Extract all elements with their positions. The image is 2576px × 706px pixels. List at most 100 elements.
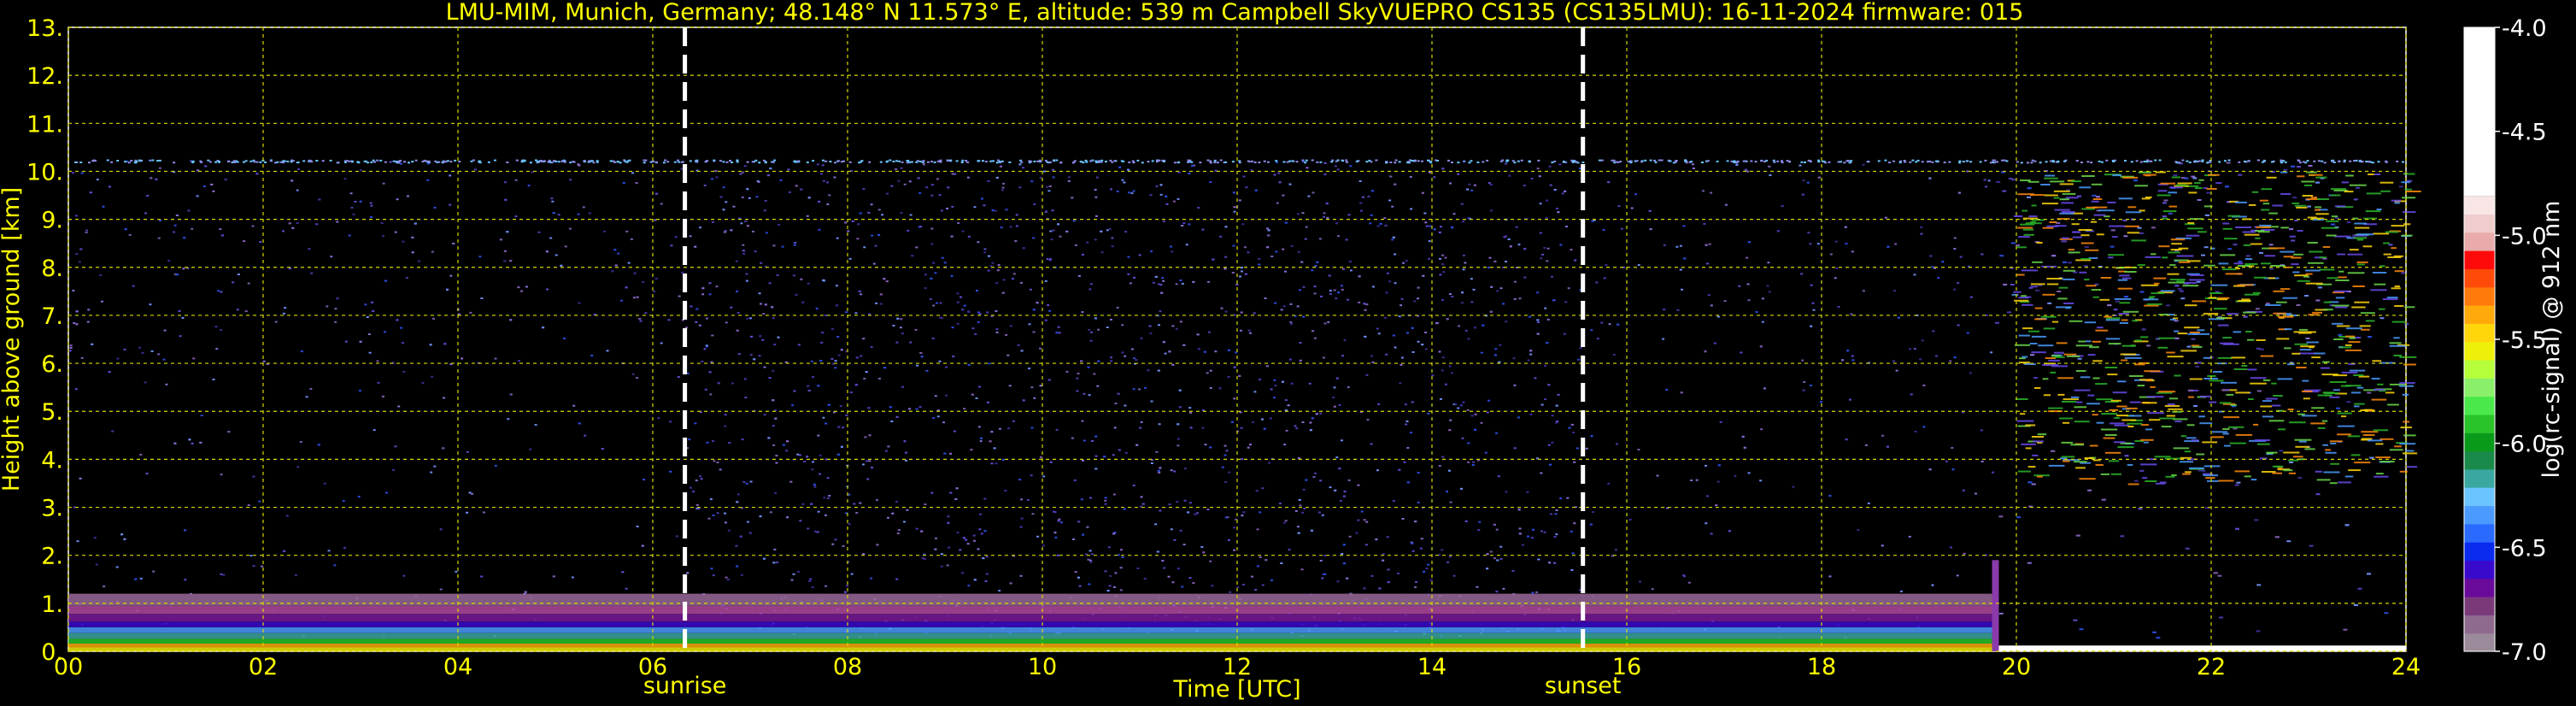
signal-speckle	[708, 371, 712, 374]
cloud-streak	[2061, 456, 2075, 458]
signal-top-speckle	[2271, 161, 2274, 163]
signal-speckle	[382, 182, 385, 185]
signal-speckle	[220, 291, 223, 293]
signal-speckle	[473, 168, 477, 171]
signal-speckle	[1921, 339, 1924, 342]
signal-speckle	[1747, 299, 1751, 302]
cloud-streak	[2389, 344, 2406, 347]
signal-speckle	[1162, 279, 1165, 282]
signal-speckle	[2035, 289, 2039, 291]
cloud-streak	[2097, 327, 2104, 329]
signal-top-speckle	[2313, 160, 2316, 162]
signal-top-speckle	[1104, 161, 1107, 162]
signal-top-speckle	[949, 159, 953, 162]
cloud-streak	[2032, 261, 2043, 263]
signal-speckle	[977, 426, 981, 428]
signal-top-speckle	[1629, 162, 1633, 164]
signal-top-speckle	[836, 160, 840, 162]
signal-speckle	[1088, 559, 1092, 562]
signal-speckle	[739, 173, 742, 175]
cloud-streak	[2233, 262, 2244, 265]
cloud-streak	[2234, 201, 2247, 203]
signal-speckle	[1278, 181, 1282, 184]
signal-speckle	[917, 177, 920, 179]
signal-top-speckle	[1238, 160, 1241, 162]
signal-top-speckle	[1635, 160, 1639, 162]
cloud-streak	[2046, 225, 2059, 227]
signal-speckle	[929, 298, 932, 300]
cloud-streak	[2389, 449, 2403, 451]
signal-top-speckle	[1295, 161, 1299, 163]
signal-speckle	[1071, 197, 1074, 199]
signal-speckle	[685, 327, 688, 329]
cloud-streak	[2101, 413, 2118, 415]
signal-speckle	[188, 438, 191, 441]
signal-speckle	[948, 546, 951, 549]
signal-speckle	[1168, 503, 1171, 506]
cloud-streak	[2044, 194, 2058, 197]
signal-speckle	[1036, 535, 1040, 538]
signal-speckle	[1253, 391, 1257, 393]
signal-speckle	[577, 213, 580, 215]
signal-speckle	[995, 331, 999, 333]
signal-speckle	[1428, 257, 1431, 260]
signal-speckle	[150, 177, 153, 179]
cloud-streak	[2317, 427, 2326, 429]
signal-top-speckle	[1286, 161, 1289, 163]
cloud-streak	[2160, 290, 2175, 292]
signal-speckle	[1058, 332, 1061, 334]
signal-speckle	[2051, 450, 2056, 452]
signal-speckle	[503, 181, 507, 184]
signal-top-speckle	[613, 161, 617, 163]
cloud-streak	[2354, 403, 2365, 405]
signal-speckle	[952, 356, 955, 357]
signal-speckle	[132, 285, 135, 287]
signal-speckle	[965, 538, 968, 541]
signal-speckle	[150, 350, 154, 352]
cloud-streak	[2340, 385, 2351, 387]
signal-speckle	[1411, 401, 1414, 403]
signal-speckle	[309, 388, 313, 390]
signal-speckle	[366, 316, 369, 318]
signal-speckle	[930, 277, 933, 279]
signal-speckle	[819, 454, 822, 456]
signal-speckle	[1009, 325, 1012, 327]
signal-top-speckle	[552, 160, 555, 162]
signal-speckle	[2245, 255, 2250, 257]
cloud-streak	[2070, 444, 2085, 446]
signal-speckle	[975, 397, 978, 399]
signal-speckle	[627, 262, 631, 264]
signal-speckle	[1206, 372, 1209, 374]
signal-speckle	[1104, 499, 1107, 502]
boundary-layer-band	[68, 627, 1992, 633]
cloud-streak	[2151, 253, 2156, 256]
signal-speckle	[182, 268, 185, 270]
signal-speckle	[1679, 244, 1682, 247]
signal-speckle	[862, 338, 866, 340]
signal-speckle	[1494, 348, 1498, 350]
cloud-streak	[2259, 199, 2268, 202]
signal-top-speckle	[2154, 159, 2157, 162]
ceilometer-chart: LMU-MIM, Munich, Germany; 48.148° N 11.5…	[0, 0, 2576, 706]
cloud-streak	[2161, 426, 2172, 428]
cloud-streak	[2146, 303, 2162, 305]
signal-speckle	[741, 438, 744, 441]
signal-speckle	[1358, 180, 1362, 182]
signal-speckle	[1048, 185, 1052, 187]
signal-speckle	[860, 293, 863, 296]
signal-speckle	[1159, 184, 1163, 186]
signal-speckle	[1448, 556, 1452, 558]
cloud-streak	[2186, 234, 2200, 237]
signal-speckle	[2196, 280, 2201, 283]
cloud-streak	[2294, 438, 2312, 441]
signal-speckle	[1429, 579, 1433, 581]
signal-top-speckle	[173, 162, 176, 164]
cloud-streak	[2345, 174, 2354, 177]
signal-speckle	[1118, 449, 1121, 451]
cloud-streak	[2018, 297, 2029, 299]
signal-speckle	[1467, 217, 1470, 220]
cloud-streak	[2393, 337, 2400, 339]
cloud-streak	[2210, 436, 2224, 438]
cloud-streak	[2112, 391, 2127, 394]
signal-speckle	[1311, 269, 1314, 272]
